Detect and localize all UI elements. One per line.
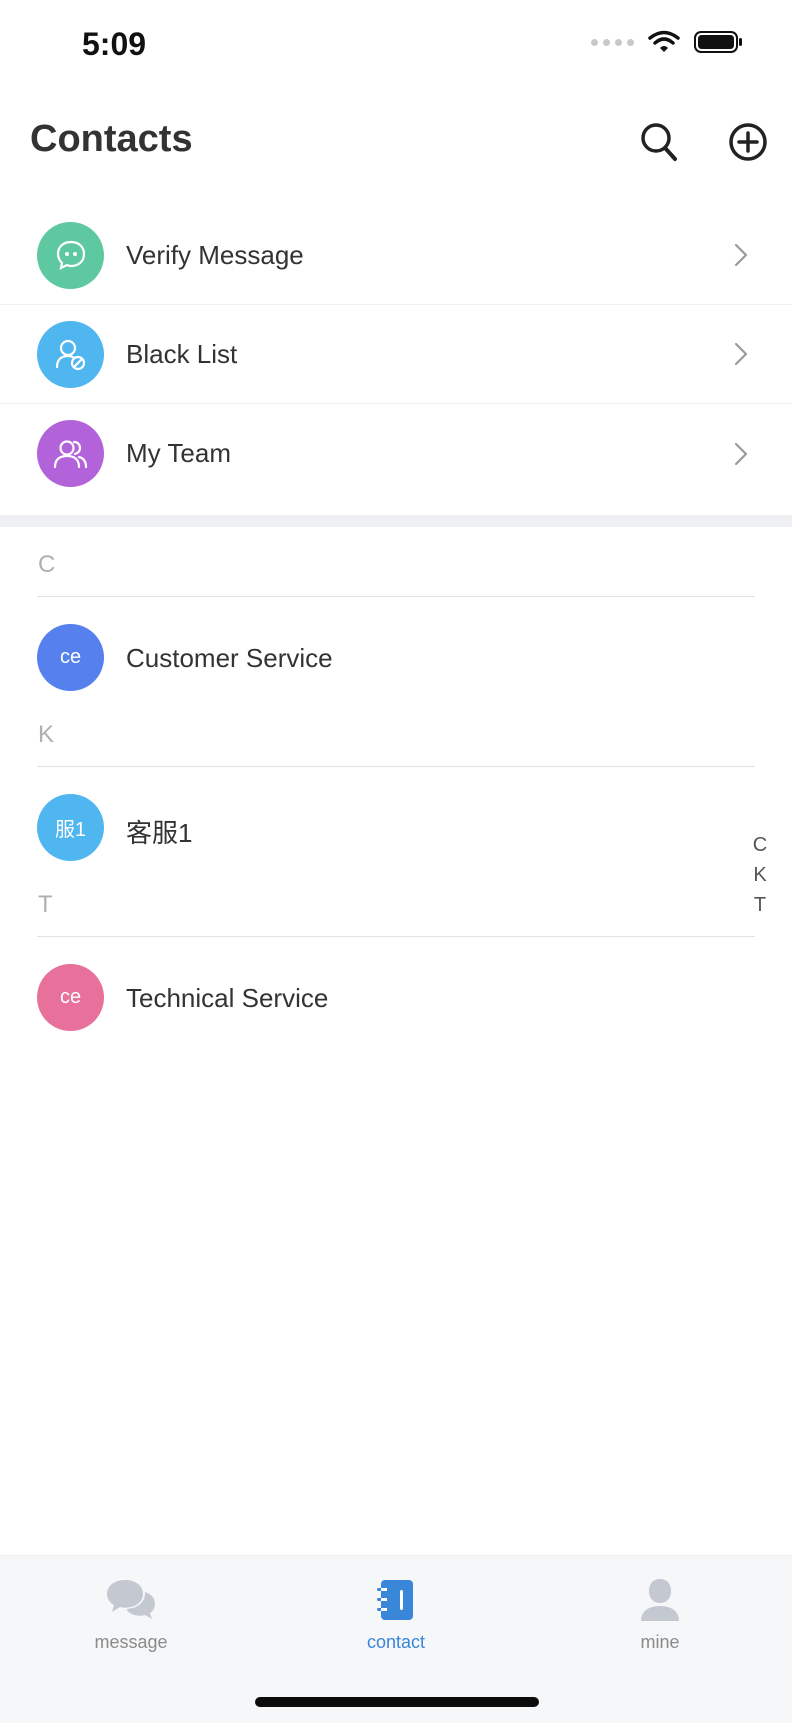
- blocked-user-icon: [55, 339, 85, 371]
- index-letter-t[interactable]: T: [754, 890, 766, 920]
- avatar: ce: [37, 964, 104, 1031]
- message-dots-icon: [56, 240, 85, 270]
- verify-message-label: Verify Message: [126, 239, 304, 270]
- black-list-label: Black List: [126, 338, 238, 369]
- contacts-screen: 5:09 Contacts Verify Message Black List …: [0, 0, 792, 1723]
- tab-contact[interactable]: contact: [316, 1576, 476, 1676]
- signal-icon: [591, 38, 634, 46]
- group-letter: T: [38, 891, 53, 918]
- contact-book-icon: [377, 1580, 413, 1620]
- tab-mine[interactable]: mine: [580, 1576, 740, 1676]
- team-icon: [53, 439, 87, 468]
- avatar-text: ce: [59, 986, 82, 1008]
- battery-icon: [694, 31, 742, 53]
- search-button[interactable]: [636, 118, 684, 166]
- my-team-avatar: [37, 420, 104, 487]
- group-header-t: T: [37, 867, 755, 937]
- tab-label: contact: [366, 1632, 426, 1652]
- contact-row-customer-service[interactable]: ce Customer Service: [0, 597, 792, 697]
- contact-name: 客服1: [126, 818, 193, 848]
- chat-bubbles-icon: [107, 1580, 155, 1619]
- chevron-right-icon: [734, 342, 748, 366]
- verify-message-row[interactable]: Verify Message: [0, 206, 792, 305]
- contact-list: C ce Customer Service K 服1 客服1 T ce Tech…: [0, 527, 792, 1037]
- add-contact-button[interactable]: [724, 118, 772, 166]
- status-time: 5:09: [82, 26, 147, 62]
- search-icon: [641, 123, 677, 161]
- group-letter: C: [38, 551, 56, 578]
- status-icons: [591, 30, 744, 54]
- header: Contacts: [0, 100, 792, 180]
- contact-name: Customer Service: [126, 643, 333, 673]
- avatar: ce: [37, 624, 104, 691]
- contact-name: Technical Service: [126, 983, 329, 1013]
- tab-label: message: [94, 1632, 168, 1652]
- plus-circle-icon: [729, 123, 767, 161]
- avatar-text: 服1: [54, 819, 87, 841]
- tab-label: mine: [640, 1632, 680, 1652]
- avatar: 服1: [37, 794, 104, 861]
- section-divider: [0, 515, 792, 527]
- my-team-label: My Team: [126, 438, 231, 468]
- tab-message[interactable]: message: [51, 1576, 211, 1676]
- chevron-right-icon: [734, 243, 748, 267]
- group-letter: K: [38, 721, 55, 748]
- contact-row-kefu1[interactable]: 服1 客服1: [0, 767, 792, 867]
- contact-row-technical-service[interactable]: ce Technical Service: [0, 937, 792, 1037]
- group-header-c: C: [37, 527, 755, 597]
- wifi-icon: [648, 30, 680, 52]
- index-letter-k[interactable]: K: [753, 860, 766, 890]
- page-title: Contacts: [30, 118, 193, 160]
- avatar-text: ce: [59, 646, 82, 668]
- user-profile-icon: [641, 1579, 679, 1621]
- home-indicator[interactable]: [255, 1697, 539, 1707]
- my-team-row[interactable]: My Team: [0, 404, 792, 503]
- black-list-avatar: [37, 320, 104, 388]
- index-letter-c[interactable]: C: [753, 830, 767, 860]
- function-list: Verify Message Black List My Team: [0, 206, 792, 503]
- chevron-right-icon: [734, 442, 748, 465]
- black-list-row[interactable]: Black List: [0, 305, 792, 404]
- status-bar: 5:09: [0, 0, 792, 90]
- verify-message-avatar: [37, 221, 104, 289]
- alphabet-index: C K T: [748, 830, 772, 920]
- group-header-k: K: [37, 697, 755, 767]
